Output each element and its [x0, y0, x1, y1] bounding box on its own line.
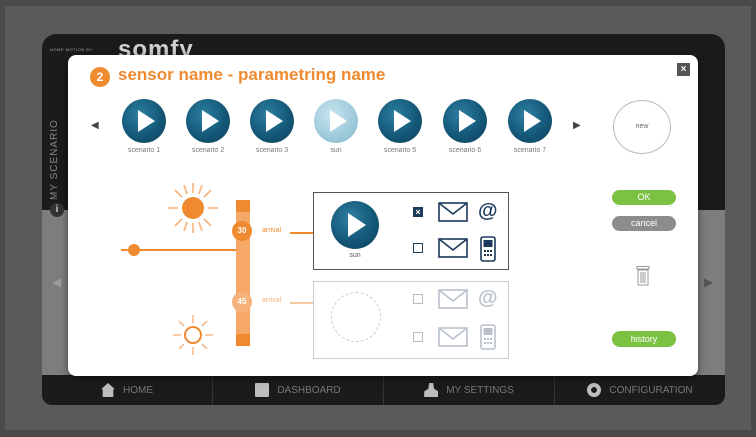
- carousel-next-icon[interactable]: ▶: [573, 120, 581, 131]
- play-icon: [186, 99, 230, 143]
- sun-low-icon: [173, 315, 213, 355]
- empty-scenario-slot[interactable]: [331, 292, 381, 342]
- scenario-label: sun: [330, 147, 342, 154]
- brand-tagline: HOME MOTION BY: [50, 47, 93, 52]
- play-icon: [443, 99, 487, 143]
- person-icon: [424, 383, 439, 397]
- nav-configuration-label: CONFIGURATION: [609, 384, 693, 396]
- at-icon[interactable]: @: [478, 287, 498, 310]
- scenario-item[interactable]: scenario 7: [500, 99, 560, 154]
- scenario-item[interactable]: scenario 5: [370, 99, 430, 154]
- threshold-thumb-upper[interactable]: 30: [232, 221, 252, 241]
- threshold-label-upper: arrival: [262, 227, 282, 234]
- side-section-label: MY SCENARIO: [49, 119, 60, 200]
- mobile-phone-icon[interactable]: [480, 236, 496, 262]
- nav-home-label: HOME: [123, 384, 153, 396]
- nav-configuration[interactable]: CONFIGURATION: [555, 375, 725, 405]
- scenario-label: scenario 5: [383, 147, 417, 154]
- gear-icon: [587, 383, 602, 397]
- step-badge: 2: [90, 67, 110, 87]
- screen: HOME MOTION BY somfy MY SCENARIO i ◀ ▶ H…: [0, 0, 756, 437]
- sensor-input-dot[interactable]: [128, 244, 140, 256]
- scenario-item[interactable]: scenario 1: [114, 99, 174, 154]
- scenario-label: scenario 1: [127, 147, 161, 154]
- bottom-navigation: HOME DASHBOARD MY SETTINGS CONFIGURATION: [42, 375, 725, 405]
- scenario-item[interactable]: scenario 6: [435, 99, 495, 154]
- cancel-button[interactable]: cancel: [612, 216, 676, 231]
- trash-icon[interactable]: [636, 266, 650, 286]
- nav-home[interactable]: HOME: [42, 375, 213, 405]
- mobile-phone-icon[interactable]: [480, 324, 496, 350]
- rule-link-lower: [290, 302, 313, 304]
- scenario-label: scenario 3: [255, 147, 289, 154]
- background-prev-arrow-icon[interactable]: ◀: [52, 275, 61, 289]
- at-icon[interactable]: @: [478, 200, 498, 223]
- slider-top-cap: [236, 200, 250, 212]
- scenario-item[interactable]: scenario 2: [178, 99, 238, 154]
- play-icon: [314, 99, 358, 143]
- info-icon[interactable]: i: [50, 203, 64, 217]
- email-notify-checkbox[interactable]: ×: [413, 207, 423, 217]
- rule-link-upper: [290, 232, 313, 234]
- home-icon: [101, 383, 115, 397]
- mail-icon[interactable]: [438, 238, 468, 258]
- nav-my-settings-label: MY SETTINGS: [446, 384, 514, 396]
- right-panel: [697, 74, 725, 210]
- threshold-label-lower: arrival: [262, 297, 282, 304]
- scenario-label: scenario 7: [513, 147, 547, 154]
- dashboard-icon: [255, 383, 270, 397]
- new-scenario-button[interactable]: new: [613, 100, 671, 154]
- email-notify-checkbox[interactable]: [413, 294, 423, 304]
- carousel-prev-icon[interactable]: ◀: [91, 120, 99, 131]
- history-button[interactable]: history: [612, 331, 676, 347]
- mail-icon[interactable]: [438, 289, 468, 309]
- slider-bottom-cap: [236, 334, 250, 346]
- close-button[interactable]: ×: [677, 63, 690, 76]
- play-icon: [250, 99, 294, 143]
- scenario-label: scenario 6: [448, 147, 482, 154]
- play-icon: [508, 99, 552, 143]
- mail-icon[interactable]: [438, 327, 468, 347]
- play-icon: [122, 99, 166, 143]
- play-icon: [378, 99, 422, 143]
- background-next-arrow-icon[interactable]: ▶: [704, 275, 713, 289]
- scenario-item[interactable]: scenario 3: [242, 99, 302, 154]
- threshold-thumb-lower[interactable]: 45: [232, 292, 252, 312]
- nav-my-settings[interactable]: MY SETTINGS: [384, 375, 555, 405]
- sms-notify-checkbox[interactable]: [413, 332, 423, 342]
- scenario-action-label: sun: [349, 252, 361, 259]
- sun-icon: [168, 183, 218, 233]
- sms-notify-checkbox[interactable]: [413, 243, 423, 253]
- ok-button[interactable]: OK: [612, 190, 676, 205]
- scenario-action-play-button[interactable]: [331, 201, 379, 249]
- dialog-title: sensor name - parametring name: [118, 65, 386, 84]
- nav-dashboard-label: DASHBOARD: [277, 384, 341, 396]
- scenario-item-selected[interactable]: sun: [306, 99, 366, 154]
- mail-icon[interactable]: [438, 202, 468, 222]
- nav-dashboard[interactable]: DASHBOARD: [213, 375, 384, 405]
- scenario-label: scenario 2: [191, 147, 225, 154]
